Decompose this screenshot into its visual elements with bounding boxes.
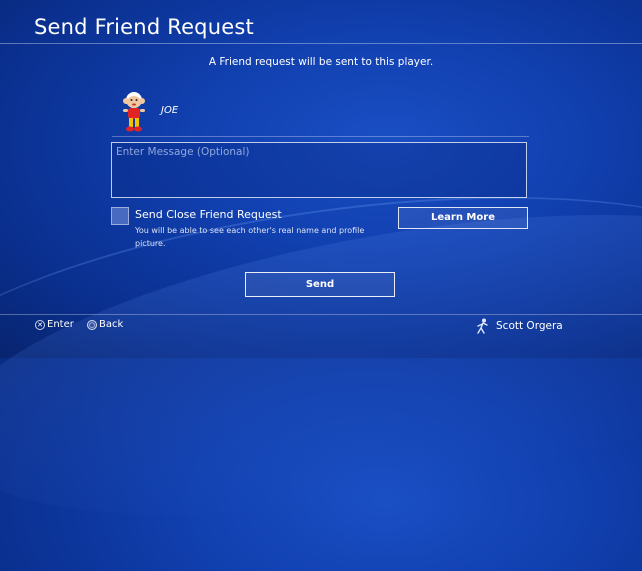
close-friend-description: You will be able to see each other's rea… bbox=[135, 226, 365, 248]
user-name: Scott Orgera bbox=[496, 320, 563, 332]
close-friend-checkbox[interactable] bbox=[111, 207, 129, 225]
circle-button-icon: ○ bbox=[87, 319, 97, 330]
user-figure-icon bbox=[477, 318, 488, 334]
footer-divider bbox=[0, 314, 642, 315]
monkey-avatar-icon bbox=[123, 92, 145, 132]
back-hint: ○ Back bbox=[87, 319, 123, 330]
enter-hint: ✕ Enter bbox=[35, 319, 74, 330]
user-info: Scott Orgera bbox=[476, 318, 563, 334]
player-name: JOE bbox=[161, 105, 179, 116]
header-divider bbox=[0, 43, 642, 44]
page-title: Send Friend Request bbox=[34, 15, 254, 39]
back-label: Back bbox=[99, 319, 124, 330]
learn-more-button[interactable]: Learn More bbox=[398, 207, 528, 229]
enter-label: Enter bbox=[47, 319, 74, 330]
close-friend-label: Send Close Friend Request bbox=[135, 208, 282, 221]
send-button[interactable]: Send bbox=[245, 272, 395, 297]
message-placeholder: Enter Message (Optional) bbox=[116, 146, 250, 158]
message-input[interactable]: Enter Message (Optional) bbox=[111, 142, 527, 198]
cross-button-icon: ✕ bbox=[35, 319, 45, 330]
info-text: A Friend request will be sent to this pl… bbox=[208, 56, 434, 68]
player-divider bbox=[112, 136, 529, 137]
